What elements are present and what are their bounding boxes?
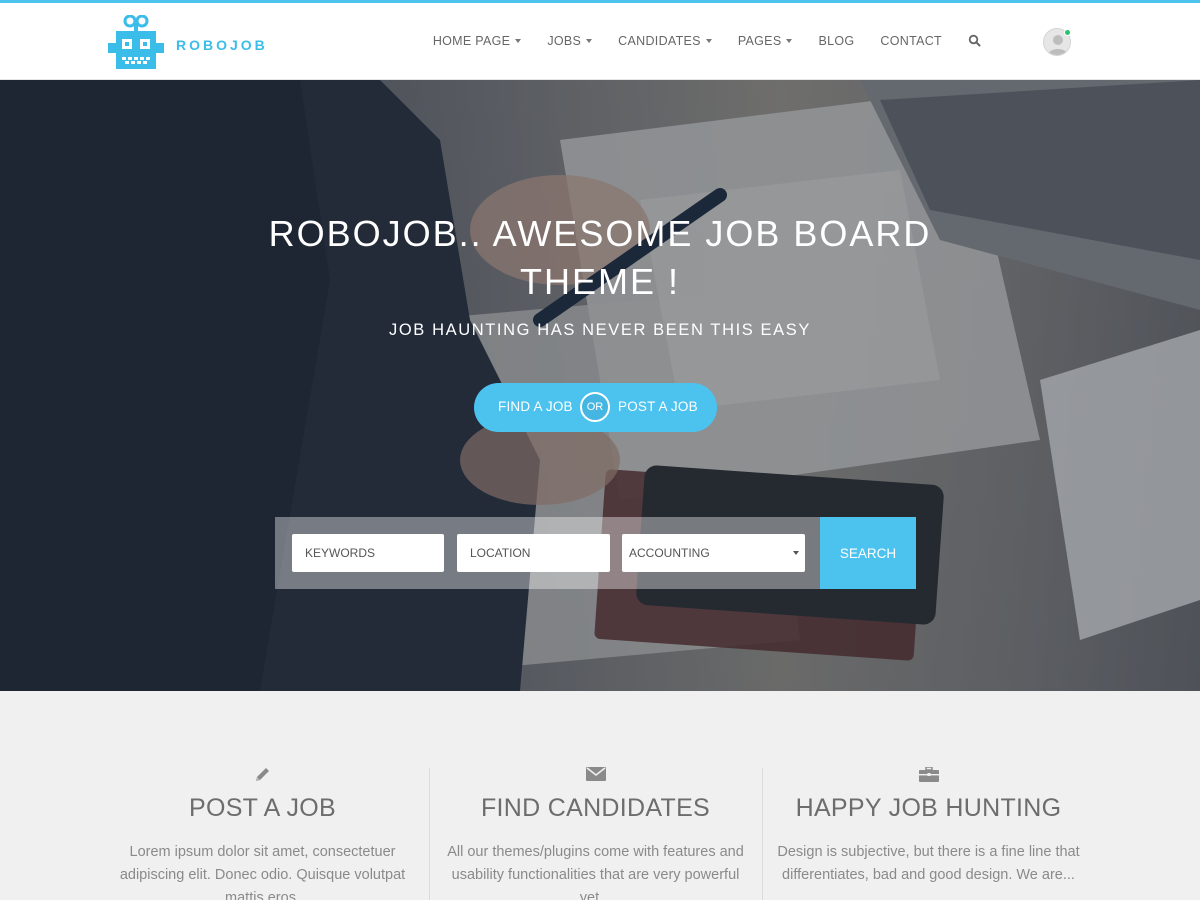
site-header: ROBOJOB HOME PAGE JOBS CANDIDATES PAGES … bbox=[0, 3, 1200, 80]
feature-find-candidates: FIND CANDIDATES All our themes/plugins c… bbox=[429, 691, 762, 900]
feature-title: POST A JOB bbox=[188, 794, 337, 822]
nav-item-contact[interactable]: CONTACT bbox=[880, 34, 942, 48]
briefcase-icon bbox=[762, 767, 1095, 782]
feature-happy-job-hunting: HAPPY JOB HUNTING Design is subjective, … bbox=[762, 691, 1095, 900]
feature-text: All our themes/plugins come with feature… bbox=[447, 844, 744, 900]
location-input[interactable] bbox=[457, 534, 610, 572]
keywords-input[interactable] bbox=[292, 534, 444, 572]
nav-label: CONTACT bbox=[880, 34, 942, 48]
robot-logo-icon bbox=[108, 14, 164, 74]
feature-text: Lorem ipsum dolor sit amet, consectetuer… bbox=[119, 844, 406, 900]
nav-label: HOME PAGE bbox=[432, 34, 511, 48]
nav-item-pages[interactable]: PAGES bbox=[738, 34, 793, 48]
features-section: POST A JOB Lorem ipsum dolor sit amet, c… bbox=[0, 691, 1200, 900]
nav-item-home-page[interactable]: HOME PAGE bbox=[432, 34, 522, 48]
hero-section: ROBOJOB.. AWESOME JOB BOARD THEME ! JOB … bbox=[0, 80, 1200, 691]
category-select[interactable]: ACCOUNTING bbox=[622, 534, 805, 572]
brand-logo[interactable]: ROBOJOB bbox=[108, 14, 268, 74]
pencil-icon bbox=[96, 767, 429, 783]
job-search-form: ACCOUNTING SEARCH bbox=[275, 517, 916, 589]
nav-item-jobs[interactable]: JOBS bbox=[547, 34, 593, 48]
nav-label: BLOG bbox=[818, 34, 855, 48]
feature-post-a-job: POST A JOB Lorem ipsum dolor sit amet, c… bbox=[96, 691, 429, 900]
feature-title: HAPPY JOB HUNTING bbox=[795, 794, 1062, 822]
feature-title: FIND CANDIDATES bbox=[480, 794, 711, 822]
caret-down-icon bbox=[793, 551, 799, 555]
cta-pill: FIND A JOB OR POST A JOB bbox=[474, 383, 717, 432]
nav-label: PAGES bbox=[737, 34, 782, 48]
nav-label: JOBS bbox=[547, 34, 582, 48]
caret-down-icon bbox=[786, 39, 793, 43]
nav-item-candidates[interactable]: CANDIDATES bbox=[618, 34, 712, 48]
nav-item-blog[interactable]: BLOG bbox=[818, 34, 854, 48]
online-status-dot bbox=[1064, 29, 1071, 36]
caret-down-icon bbox=[515, 39, 522, 43]
post-a-job-button[interactable]: POST A JOB bbox=[618, 399, 698, 414]
nav-label: CANDIDATES bbox=[618, 34, 701, 48]
or-badge: OR bbox=[580, 392, 610, 422]
feature-text: Design is subjective, but there is a fin… bbox=[777, 844, 1080, 883]
find-a-job-button[interactable]: FIND A JOB bbox=[498, 399, 573, 414]
search-button[interactable]: SEARCH bbox=[820, 517, 916, 589]
envelope-icon bbox=[429, 767, 762, 781]
search-icon[interactable] bbox=[968, 34, 982, 48]
caret-down-icon bbox=[586, 39, 593, 43]
hero-title: ROBOJOB.. AWESOME JOB BOARD THEME ! bbox=[268, 213, 932, 302]
main-nav: HOME PAGE JOBS CANDIDATES PAGES BLOG CON… bbox=[407, 34, 982, 48]
hero-subtitle: JOB HAUNTING HAS NEVER BEEN THIS EASY bbox=[389, 321, 811, 339]
brand-name: ROBOJOB bbox=[176, 36, 268, 53]
category-selected-value: ACCOUNTING bbox=[629, 546, 710, 560]
caret-down-icon bbox=[705, 39, 712, 43]
